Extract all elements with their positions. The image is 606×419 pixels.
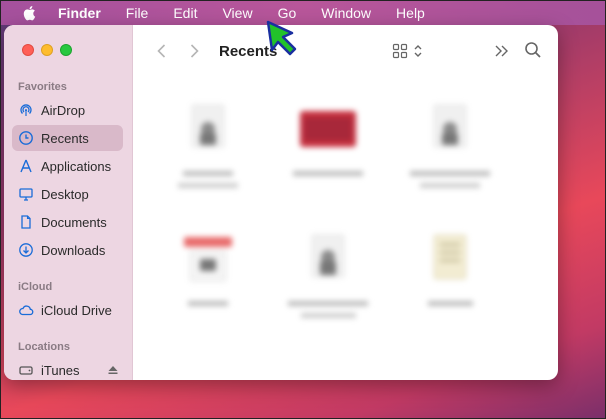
sidebar-item-downloads[interactable]: Downloads	[12, 237, 123, 263]
menu-view[interactable]: View	[222, 5, 252, 21]
document-icon	[21, 215, 31, 229]
apple-icon[interactable]	[22, 5, 36, 21]
forward-chevron-icon[interactable]	[185, 42, 203, 60]
file-name-blur	[278, 167, 378, 179]
sidebar-item-label: AirDrop	[41, 102, 86, 118]
menu-finder[interactable]: Finder	[58, 5, 101, 21]
file-grid	[133, 77, 558, 380]
locations-heading: Locations	[18, 341, 70, 353]
grid-view-icon	[392, 43, 408, 59]
sidebar-item-applications[interactable]: Applications	[12, 153, 123, 179]
file-name-blur	[278, 297, 378, 321]
applications-icon	[20, 159, 32, 173]
file-thumbnail	[433, 234, 467, 280]
close-button[interactable]	[22, 44, 34, 56]
file-item[interactable]	[395, 91, 505, 211]
sidebar-item-desktop[interactable]: Desktop	[12, 181, 123, 207]
sidebar-item-label: Documents	[41, 214, 107, 230]
pointer-cursor-icon	[266, 20, 297, 56]
menu-edit[interactable]: Edit	[173, 5, 197, 21]
sidebar-item-airdrop[interactable]: AirDrop	[12, 97, 123, 123]
file-name-blur	[400, 297, 500, 309]
file-name-blur	[158, 167, 258, 191]
file-thumbnail	[433, 104, 467, 148]
icloud-heading: iCloud	[18, 281, 53, 293]
favorites-heading: Favorites	[18, 81, 67, 93]
more-chevron-icon[interactable]	[493, 42, 511, 60]
menu-go[interactable]: Go	[278, 5, 297, 21]
file-item[interactable]	[273, 91, 383, 211]
file-item[interactable]	[273, 221, 383, 341]
file-thumbnail	[191, 104, 225, 148]
sidebar-item-icloud-drive[interactable]: iCloud Drive	[12, 297, 123, 323]
file-thumbnail	[184, 237, 232, 282]
menu-bar: Finder File Edit View Go Window Help	[0, 0, 606, 25]
file-thumbnail	[311, 234, 345, 278]
sidebar-item-documents[interactable]: Documents	[12, 209, 123, 235]
minimize-button[interactable]	[41, 44, 53, 56]
eject-icon[interactable]	[107, 364, 119, 376]
cloud-icon	[19, 305, 34, 316]
airdrop-icon	[20, 104, 32, 116]
sidebar-item-label: Applications	[41, 158, 112, 174]
back-chevron-icon[interactable]	[153, 42, 171, 60]
sidebar-item-label: iCloud Drive	[41, 302, 112, 318]
menu-help[interactable]: Help	[396, 5, 425, 21]
traffic-lights	[22, 44, 72, 56]
sidebar-item-label: Desktop	[41, 186, 89, 202]
updown-chevron-icon	[414, 45, 422, 57]
menu-file[interactable]: File	[126, 5, 149, 21]
file-item[interactable]	[153, 91, 263, 211]
file-item[interactable]	[153, 221, 263, 341]
file-item[interactable]	[395, 221, 505, 341]
finder-window: Favorites AirDrop Recents Applications D…	[4, 25, 558, 380]
view-options-button[interactable]	[392, 41, 428, 61]
sidebar-item-label: Recents	[41, 130, 89, 146]
disk-icon	[19, 366, 33, 375]
sidebar-item-itunes[interactable]: iTunes	[12, 357, 123, 380]
sidebar: Favorites AirDrop Recents Applications D…	[4, 25, 133, 380]
file-thumbnail	[300, 111, 356, 147]
desktop-icon	[19, 188, 33, 201]
sidebar-item-label: iTunes	[41, 362, 80, 378]
menu-window[interactable]: Window	[321, 5, 371, 21]
sidebar-item-recents[interactable]: Recents	[12, 125, 123, 151]
search-icon[interactable]	[523, 40, 543, 60]
zoom-button[interactable]	[60, 44, 72, 56]
toolbar: Recents	[133, 25, 558, 77]
clock-icon	[19, 131, 33, 145]
download-icon	[19, 243, 33, 257]
sidebar-item-label: Downloads	[41, 242, 106, 258]
file-name-blur	[158, 297, 258, 309]
file-name-blur	[400, 167, 500, 191]
